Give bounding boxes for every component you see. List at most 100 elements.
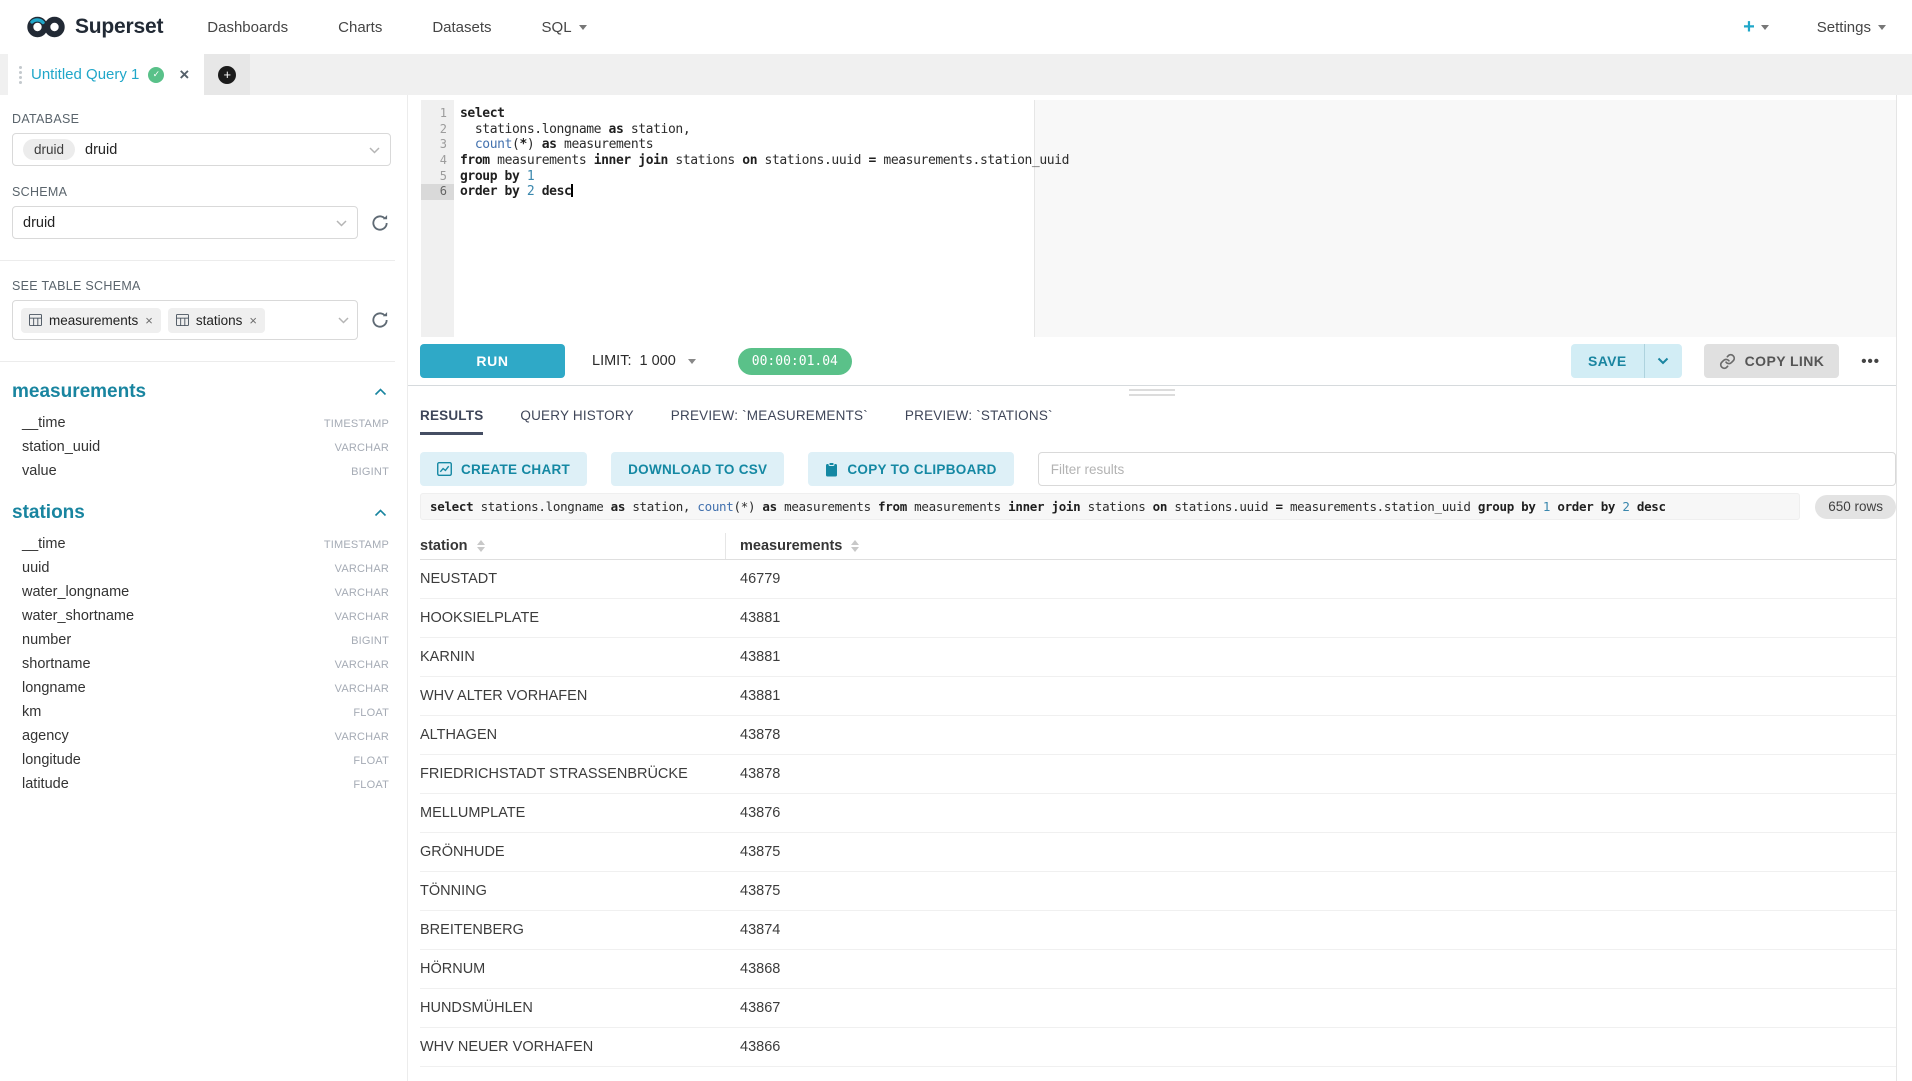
line-number: 4 [421,153,454,169]
copy-link-button[interactable]: COPY LINK [1704,344,1840,378]
table-select[interactable]: measurements × stations × [12,300,358,340]
nav-item-dashboards[interactable]: Dashboards [207,19,288,36]
cell-measurements: 46779 [726,571,780,587]
remove-chip-icon[interactable]: × [145,313,153,328]
action-button-label: COPY TO CLIPBOARD [847,462,996,477]
refresh-schemas-button[interactable] [369,212,391,234]
column-row: longitudeFLOAT [12,748,391,772]
limit-dropdown[interactable]: LIMIT: 1 000 [592,353,696,369]
table-chip-stations[interactable]: stations × [168,308,265,333]
column-type: VARCHAR [335,442,389,454]
sql-token: group by [460,169,519,184]
cell-measurements: 43878 [726,766,780,782]
nav-item-sql[interactable]: SQL [542,19,587,36]
new-item-button[interactable]: + [1743,17,1769,37]
sql-token: on [742,153,757,168]
column-name: __time [22,415,66,431]
results-tab-query-history[interactable]: QUERY HISTORY [520,408,633,435]
sql-token: measurements.station_uuid [1283,499,1478,514]
results-tab-preview-stations[interactable]: PREVIEW: `STATIONS` [905,408,1053,435]
sql-token: desc [1637,499,1666,514]
splitter-handle-icon[interactable] [1129,389,1175,396]
close-tab-icon[interactable]: × [179,66,189,83]
cell-station: GRÖNHUDE [420,844,726,860]
cell-measurements: 43868 [726,961,780,977]
collapse-icon[interactable] [374,504,387,522]
sql-token: 1 [527,169,534,184]
schema-select[interactable]: druid [12,206,358,239]
chevron-down-icon [369,141,380,159]
column-header-measurements[interactable]: measurements [726,538,859,554]
table-chip-measurements[interactable]: measurements × [21,308,161,333]
sql-token: stations.uuid [1167,499,1275,514]
schema-table-header[interactable]: stations [12,502,391,524]
sql-token: = [869,153,876,168]
cell-station: NEUSTADT [420,571,726,587]
cell-station: FRIEDRICHSTADT STRASSENBRÜCKE [420,766,726,782]
table-row: WHV ALTER VORHAFEN43881 [420,677,1896,716]
column-name: shortname [22,656,91,672]
schema-table-stations: stations__timeTIMESTAMPuuidVARCHARwater_… [12,502,391,796]
cell-station: MELLUMPLATE [420,805,726,821]
query-tab[interactable]: Untitled Query 1 ✓ × [8,54,204,95]
sql-token: * [519,137,526,152]
settings-menu[interactable]: Settings [1817,19,1886,36]
cell-measurements: 43874 [726,922,780,938]
nav-menu: Dashboards Charts Datasets SQL [207,19,586,36]
line-number: 1 [421,106,454,122]
editor-toolbar: RUN LIMIT: 1 000 00:00:01.04 SAVE [408,337,1896,385]
sort-icon[interactable] [477,540,485,552]
nav-item-charts[interactable]: Charts [338,19,382,36]
save-options-button[interactable] [1645,344,1682,378]
table-chip-label: stations [196,313,243,328]
more-options-button[interactable]: ••• [1861,353,1880,370]
create-chart-button[interactable]: CREATE CHART [420,452,587,486]
table-chip-label: measurements [49,313,138,328]
column-type: FLOAT [353,707,389,719]
filter-results-input[interactable] [1038,452,1896,486]
results-tab-preview-measurements[interactable]: PREVIEW: `MEASUREMENTS` [671,408,868,435]
column-header-station[interactable]: station [420,533,726,559]
sql-token: from [460,153,490,168]
database-select[interactable]: druid druid [12,133,391,166]
results-tab-results[interactable]: RESULTS [420,408,483,435]
sql-token: measurements.station_uuid [876,153,1069,168]
pane-splitter[interactable] [408,385,1896,397]
brand[interactable]: Superset [26,15,163,39]
action-button-label: DOWNLOAD TO CSV [628,462,767,477]
sql-token: on [1153,499,1167,514]
table-row: HUNDSMÜHLEN43867 [420,989,1896,1028]
action-button-label: CREATE CHART [461,462,570,477]
remove-chip-icon[interactable]: × [249,313,257,328]
download-to-csv-button[interactable]: DOWNLOAD TO CSV [611,452,784,486]
column-row: water_shortnameVARCHAR [12,604,391,628]
copy-to-clipboard-button[interactable]: COPY TO CLIPBOARD [808,452,1013,486]
results-tabs: RESULTS QUERY HISTORY PREVIEW: `MEASUREMEN… [420,397,1896,435]
new-query-tab-button[interactable]: + [204,54,250,95]
query-tab-label[interactable]: Untitled Query 1 [31,66,139,83]
column-name: number [22,632,71,648]
column-row: __timeTIMESTAMP [12,411,391,435]
sql-lab-app: Superset Dashboards Charts Datasets SQL + S… [0,0,1912,1081]
sql-token [1615,499,1622,514]
cell-measurements: 43881 [726,610,780,626]
drag-handle-icon[interactable] [19,66,22,84]
sql-token: = [1276,499,1283,514]
sql-token [519,169,526,184]
sql-token: station, [623,122,690,137]
cell-measurements: 43878 [726,727,780,743]
save-button[interactable]: SAVE [1571,344,1645,378]
run-button[interactable]: RUN [420,344,565,378]
cell-measurements: 43876 [726,805,780,821]
results-table-body: NEUSTADT46779HOOKSIELPLATE43881KARNIN438… [420,560,1896,1067]
refresh-tables-button[interactable] [369,309,391,331]
editor-code-area[interactable]: select stations.longname as station, cou… [460,100,1896,337]
save-split-button: SAVE [1571,344,1682,378]
collapse-icon[interactable] [374,383,387,401]
schema-table-header[interactable]: measurements [12,381,391,403]
nav-item-datasets[interactable]: Datasets [432,19,491,36]
table-row: MELLUMPLATE43876 [420,794,1896,833]
sort-icon[interactable] [851,540,859,552]
column-name: longitude [22,752,81,768]
sql-token [460,137,475,152]
